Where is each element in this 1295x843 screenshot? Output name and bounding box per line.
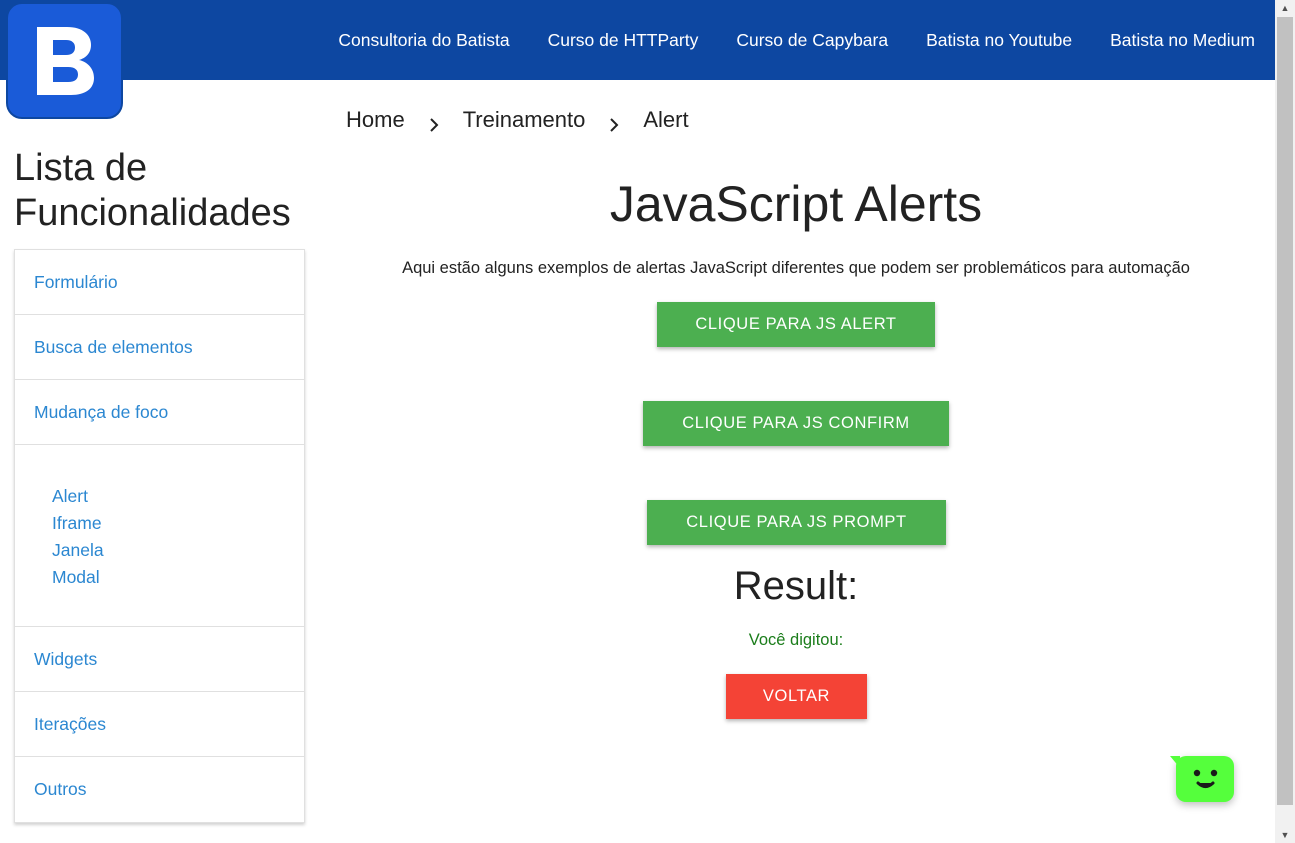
sidebar-item-outros[interactable]: Outros [15,757,304,822]
sidebar-title: Lista de Funcionalidades [14,146,291,236]
sidebar-submenu: Alert Iframe Janela Modal [15,445,304,627]
nav-link-httparty[interactable]: Curso de HTTParty [548,30,699,51]
sidebar-subitem-alert[interactable]: Alert [52,483,304,510]
scroll-down-icon[interactable]: ▼ [1275,827,1295,843]
logo-b-icon [36,26,94,95]
breadcrumb: Home Treinamento Alert [346,107,689,133]
sidebar-subitem-iframe[interactable]: Iframe [52,510,304,537]
nav-link-consultoria[interactable]: Consultoria do Batista [338,30,509,51]
sidebar-subitem-modal[interactable]: Modal [52,564,304,591]
sidebar-subitem-janela[interactable]: Janela [52,537,304,564]
site-logo[interactable] [6,2,123,119]
page-title: JavaScript Alerts [609,176,983,232]
result-text: Você digitou: [748,631,844,649]
page-subtitle: Aqui estão alguns exemplos de alertas Ja… [402,259,1190,277]
js-alert-button[interactable]: CLIQUE PARA JS ALERT [657,302,935,347]
breadcrumb-home[interactable]: Home [346,107,405,133]
chevron-right-icon [405,108,463,132]
breadcrumb-treinamento[interactable]: Treinamento [463,107,586,133]
top-navbar: Consultoria do Batista Curso de HTTParty… [0,0,1275,80]
nav-link-capybara[interactable]: Curso de Capybara [736,30,888,51]
chat-widget-button[interactable] [1170,756,1234,802]
chat-smiley-icon [1193,769,1218,788]
result-title: Result: [733,564,859,608]
sidebar-item-widgets[interactable]: Widgets [15,627,304,692]
sidebar-item-formulario[interactable]: Formulário [15,250,304,315]
scroll-up-icon[interactable]: ▲ [1275,0,1295,16]
nav-link-youtube[interactable]: Batista no Youtube [926,30,1072,51]
back-button[interactable]: VOLTAR [726,674,867,719]
sidebar-item-busca-elementos[interactable]: Busca de elementos [15,315,304,380]
nav-links: Consultoria do Batista Curso de HTTParty… [300,0,1255,80]
sidebar-item-mudanca-foco[interactable]: Mudança de foco [15,380,304,445]
page-scrollbar[interactable]: ▲ ▼ [1275,0,1295,843]
sidebar-title-line2: Funcionalidades [14,192,291,234]
js-confirm-button[interactable]: CLIQUE PARA JS CONFIRM [643,401,949,446]
sidebar-title-line1: Lista de [14,147,148,189]
js-prompt-button[interactable]: CLIQUE PARA JS PROMPT [647,500,946,545]
nav-link-medium[interactable]: Batista no Medium [1110,30,1255,51]
sidebar-menu: Formulário Busca de elementos Mudança de… [14,249,305,823]
sidebar-item-iteracoes[interactable]: Iterações [15,692,304,757]
breadcrumb-alert: Alert [643,107,689,132]
scroll-thumb[interactable] [1277,17,1293,805]
chevron-right-icon [585,108,643,132]
